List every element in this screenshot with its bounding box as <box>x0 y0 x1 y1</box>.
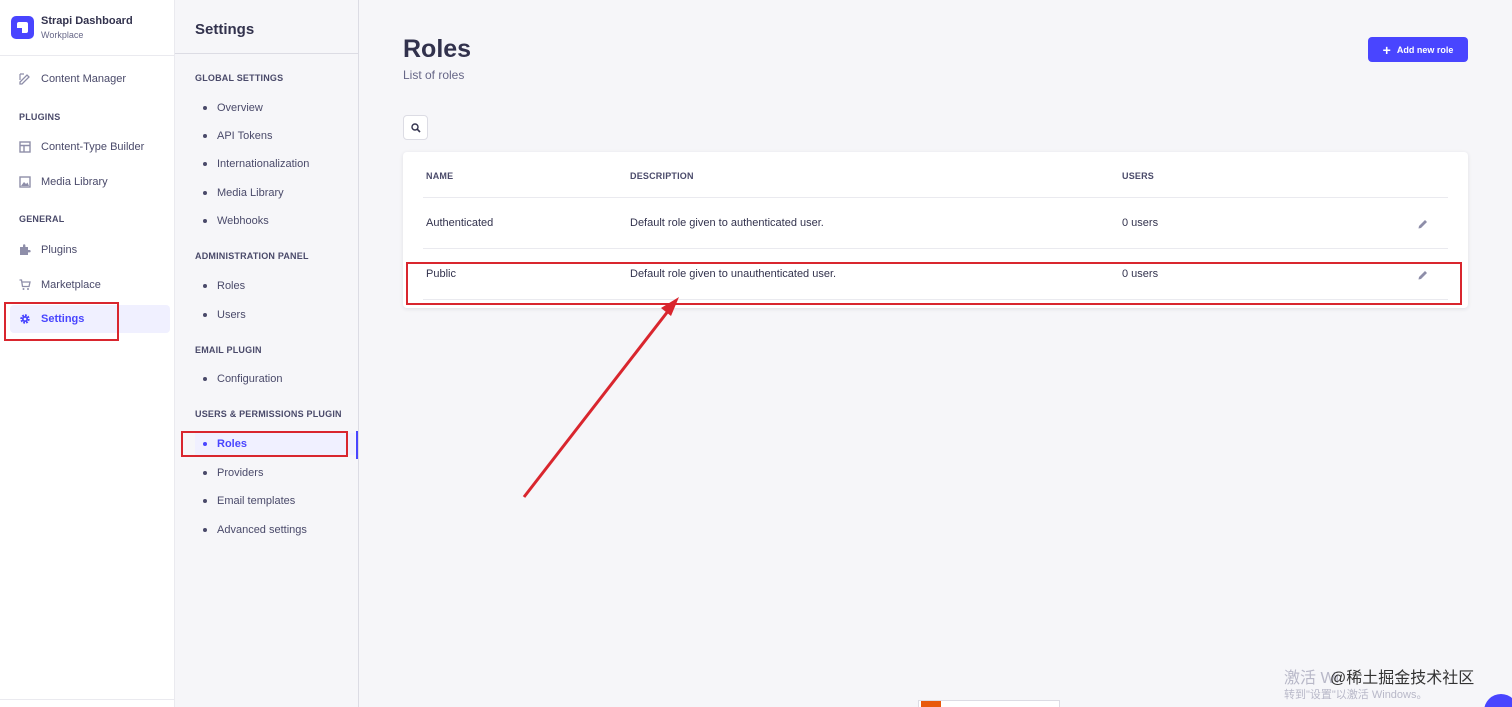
brand-name: Strapi Dashboard <box>41 15 133 27</box>
layout-icon <box>19 141 31 153</box>
column-header-users: USERS <box>1122 171 1155 181</box>
subnav-item-label: Configuration <box>217 373 283 385</box>
pencil-icon <box>19 73 31 85</box>
nav-item-marketplace[interactable]: Marketplace <box>10 271 170 299</box>
active-indicator <box>356 431 358 459</box>
main-navigation: Strapi Dashboard Workplace Content Manag… <box>0 0 175 707</box>
subnav-item-api-tokens[interactable]: API Tokens <box>195 125 355 147</box>
search-icon <box>410 122 421 133</box>
nav-section-plugins: PLUGINS <box>19 112 61 122</box>
bullet <box>203 528 207 532</box>
subnav-item-label: Roles <box>217 280 246 292</box>
annotation-highlight-settings <box>4 302 119 341</box>
windows-activation-hint: 转到"设置"以激活 Windows。 <box>1284 689 1428 701</box>
nav-item-label: Marketplace <box>41 279 101 291</box>
bullet <box>203 191 207 195</box>
role-description: Default role given to authenticated user… <box>630 217 824 229</box>
subnav-section-email-plugin: EMAIL PLUGIN <box>195 345 262 355</box>
add-button-label: Add new role <box>1396 44 1454 55</box>
add-new-role-button[interactable]: + Add new role <box>1368 37 1468 62</box>
bullet <box>203 106 207 110</box>
subnav-item-label: Users <box>217 309 246 321</box>
subnav-item-label: Advanced settings <box>217 524 307 536</box>
nav-item-plugins[interactable]: Plugins <box>10 236 170 264</box>
subnav-item-label: Webhooks <box>217 215 269 227</box>
subnav-item-overview[interactable]: Overview <box>195 97 355 119</box>
image-icon <box>19 176 31 188</box>
nav-item-label: Media Library <box>41 176 108 188</box>
nav-item-label: Content-Type Builder <box>41 141 145 153</box>
subnav-title: Settings <box>195 21 255 38</box>
divider <box>175 53 359 54</box>
settings-subnav: Settings GLOBAL SETTINGS Overview API To… <box>175 0 359 707</box>
subnav-item-label: Overview <box>217 102 263 114</box>
page-subtitle: List of roles <box>403 68 465 82</box>
bullet <box>203 377 207 381</box>
subnav-item-advanced-settings[interactable]: Advanced settings <box>195 519 355 541</box>
subnav-section-administration-panel: ADMINISTRATION PANEL <box>195 251 309 261</box>
subnav-item-label: Media Library <box>217 187 284 199</box>
subnav-item-email-templates[interactable]: Email templates <box>195 490 355 512</box>
nav-section-general: GENERAL <box>19 214 65 224</box>
subnav-item-admin-roles[interactable]: Roles <box>195 275 355 297</box>
subnav-item-label: Providers <box>217 467 264 479</box>
plus-icon: + <box>1382 41 1391 58</box>
nav-footer <box>0 699 175 707</box>
divider <box>423 248 1448 249</box>
role-users-count: 0 users <box>1122 217 1159 229</box>
subnav-item-configuration[interactable]: Configuration <box>195 368 355 390</box>
bullet <box>203 162 207 166</box>
nav-item-content-manager[interactable]: Content Manager <box>10 65 170 93</box>
main-content: Roles List of roles + Add new role NAME … <box>359 0 1512 707</box>
search-button[interactable] <box>403 115 428 140</box>
bullet <box>203 134 207 138</box>
brand-header[interactable]: Strapi Dashboard Workplace <box>0 0 174 56</box>
pencil-icon[interactable] <box>1417 218 1429 230</box>
divider <box>423 197 1448 198</box>
taskbar-widget <box>918 700 1060 707</box>
puzzle-icon <box>19 244 31 256</box>
subnav-item-label: Email templates <box>217 495 296 507</box>
workspace-name: Workplace <box>41 30 84 40</box>
subnav-item-label: Internationalization <box>217 158 310 170</box>
orange-badge <box>921 701 941 707</box>
bullet <box>203 313 207 317</box>
subnav-section-global-settings: GLOBAL SETTINGS <box>195 73 284 83</box>
nav-item-content-type-builder[interactable]: Content-Type Builder <box>10 133 170 161</box>
subnav-item-label: API Tokens <box>217 130 273 142</box>
subnav-item-users[interactable]: Users <box>195 304 355 326</box>
bullet <box>203 471 207 475</box>
subnav-item-media-library[interactable]: Media Library <box>195 182 355 204</box>
subnav-item-webhooks[interactable]: Webhooks <box>195 210 355 232</box>
cart-icon <box>19 279 31 291</box>
annotation-highlight-public-row <box>406 262 1462 305</box>
site-watermark: @稀土掘金技术社区 <box>1330 670 1475 687</box>
role-name: Authenticated <box>426 217 494 229</box>
strapi-logo-icon <box>11 16 34 39</box>
page-title: Roles <box>403 35 472 63</box>
nav-item-media-library[interactable]: Media Library <box>10 168 170 196</box>
bullet <box>203 219 207 223</box>
nav-item-label: Plugins <box>41 244 78 256</box>
nav-item-label: Content Manager <box>41 73 126 85</box>
bullet <box>203 284 207 288</box>
subnav-section-users-permissions: USERS & PERMISSIONS PLUGIN <box>195 409 342 419</box>
column-header-name: NAME <box>426 171 454 181</box>
column-header-description: DESCRIPTION <box>630 171 694 181</box>
subnav-item-providers[interactable]: Providers <box>195 462 355 484</box>
annotation-highlight-roles <box>181 431 348 457</box>
subnav-item-internationalization[interactable]: Internationalization <box>195 153 355 175</box>
bullet <box>203 499 207 503</box>
